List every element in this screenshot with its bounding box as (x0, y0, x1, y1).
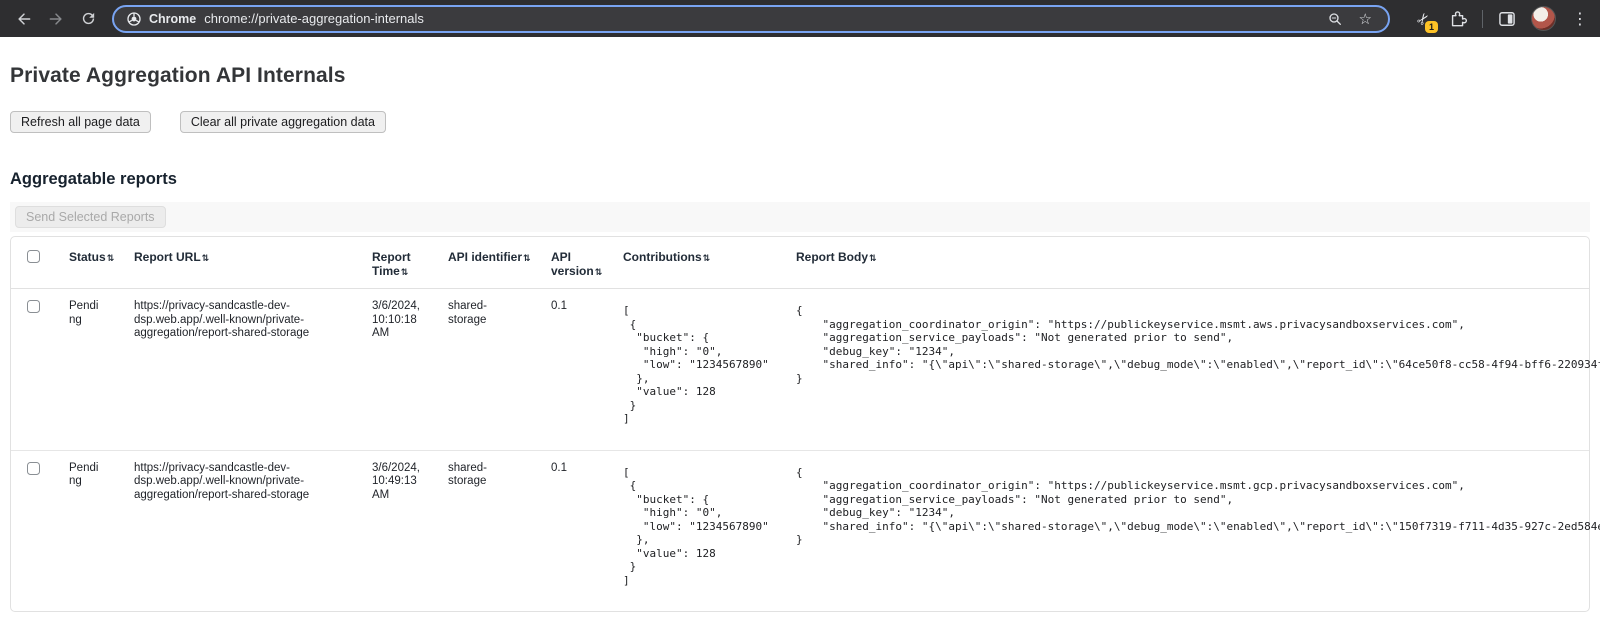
status-cell: Pending (69, 462, 134, 489)
table-row: Pending https://privacy-sandcastle-dev-d… (11, 289, 1589, 450)
send-selected-reports-button[interactable]: Send Selected Reports (15, 206, 166, 228)
page-title: Private Aggregation API Internals (10, 64, 1590, 88)
sort-icon[interactable]: ⇅ (703, 254, 711, 264)
extensions-puzzle-icon[interactable] (1448, 9, 1468, 29)
api-identifier-cell: shared-storage (448, 300, 551, 327)
site-chip-label: Chrome (149, 12, 196, 26)
profile-avatar[interactable] (1531, 6, 1556, 31)
select-all-cell (11, 250, 69, 263)
forward-button[interactable] (42, 5, 70, 33)
sort-icon[interactable]: ⇅ (107, 254, 115, 264)
address-bar[interactable]: Chrome chrome://private-aggregation-inte… (112, 5, 1390, 33)
contributions-cell: [ { "bucket": { "high": "0", "low": "123… (623, 300, 796, 426)
browser-menu-icon[interactable]: ⋮ (1570, 9, 1590, 28)
api-identifier-cell: shared-storage (448, 462, 551, 489)
reports-table: Status⇅ Report URL⇅ Report Time⇅ API ide… (10, 236, 1590, 612)
report-body-cell: { "aggregation_coordinator_origin": "htt… (796, 300, 1600, 385)
table-toolbar: Send Selected Reports (10, 202, 1590, 232)
back-arrow-icon (15, 10, 33, 28)
api-version-cell: 0.1 (551, 300, 623, 314)
col-report-url[interactable]: Report URL⇅ (134, 250, 372, 266)
col-report-body[interactable]: Report Body⇅ (796, 250, 1589, 266)
report-time-cell: 3/6/2024, 10:49:13 AM (372, 462, 448, 503)
col-api-version[interactable]: API version⇅ (551, 250, 623, 280)
sort-icon[interactable]: ⇅ (595, 268, 603, 278)
contributions-cell: [ { "bucket": { "high": "0", "low": "123… (623, 462, 796, 588)
report-body-cell: { "aggregation_coordinator_origin": "htt… (796, 462, 1600, 547)
row-checkbox[interactable] (27, 462, 40, 475)
site-chip: Chrome (126, 11, 196, 27)
col-status[interactable]: Status⇅ (69, 250, 134, 266)
refresh-all-button[interactable]: Refresh all page data (10, 111, 151, 133)
page-content: Private Aggregation API Internals Refres… (0, 37, 1600, 612)
table-row: Pending https://privacy-sandcastle-dev-d… (11, 450, 1589, 612)
sort-icon[interactable]: ⇅ (869, 254, 877, 264)
report-url-cell: https://privacy-sandcastle-dev-dsp.web.a… (134, 300, 372, 341)
bookmark-star-icon[interactable]: ☆ (1359, 10, 1372, 28)
section-heading: Aggregatable reports (10, 170, 1590, 189)
chrome-logo-icon (126, 11, 142, 27)
reload-button[interactable] (74, 5, 102, 33)
toolbar-divider (1482, 10, 1483, 28)
url-text[interactable]: chrome://private-aggregation-internals (204, 11, 1318, 26)
table-header-row: Status⇅ Report URL⇅ Report Time⇅ API ide… (11, 237, 1589, 289)
sort-icon[interactable]: ⇅ (202, 254, 210, 264)
col-api-identifier[interactable]: API identifier⇅ (448, 250, 551, 266)
col-report-time[interactable]: Report Time⇅ (372, 250, 448, 280)
col-contributions[interactable]: Contributions⇅ (623, 250, 796, 266)
status-cell: Pending (69, 300, 134, 327)
clear-all-button[interactable]: Clear all private aggregation data (180, 111, 386, 133)
report-url-cell: https://privacy-sandcastle-dev-dsp.web.a… (134, 462, 372, 503)
api-version-cell: 0.1 (551, 462, 623, 476)
sort-icon[interactable]: ⇅ (401, 268, 409, 278)
sort-icon[interactable]: ⇅ (523, 254, 531, 264)
extension-scissors-button[interactable]: ✂ 1 (1412, 7, 1434, 31)
select-all-checkbox[interactable] (27, 250, 40, 263)
back-button[interactable] (10, 5, 38, 33)
extension-badge: 1 (1425, 21, 1438, 33)
zoom-icon[interactable] (1327, 11, 1343, 27)
report-time-cell: 3/6/2024, 10:10:18 AM (372, 300, 448, 341)
row-checkbox[interactable] (27, 300, 40, 313)
side-panel-icon[interactable] (1497, 9, 1517, 29)
reload-icon (80, 10, 97, 27)
forward-arrow-icon (47, 10, 65, 28)
browser-toolbar: Chrome chrome://private-aggregation-inte… (0, 0, 1600, 37)
